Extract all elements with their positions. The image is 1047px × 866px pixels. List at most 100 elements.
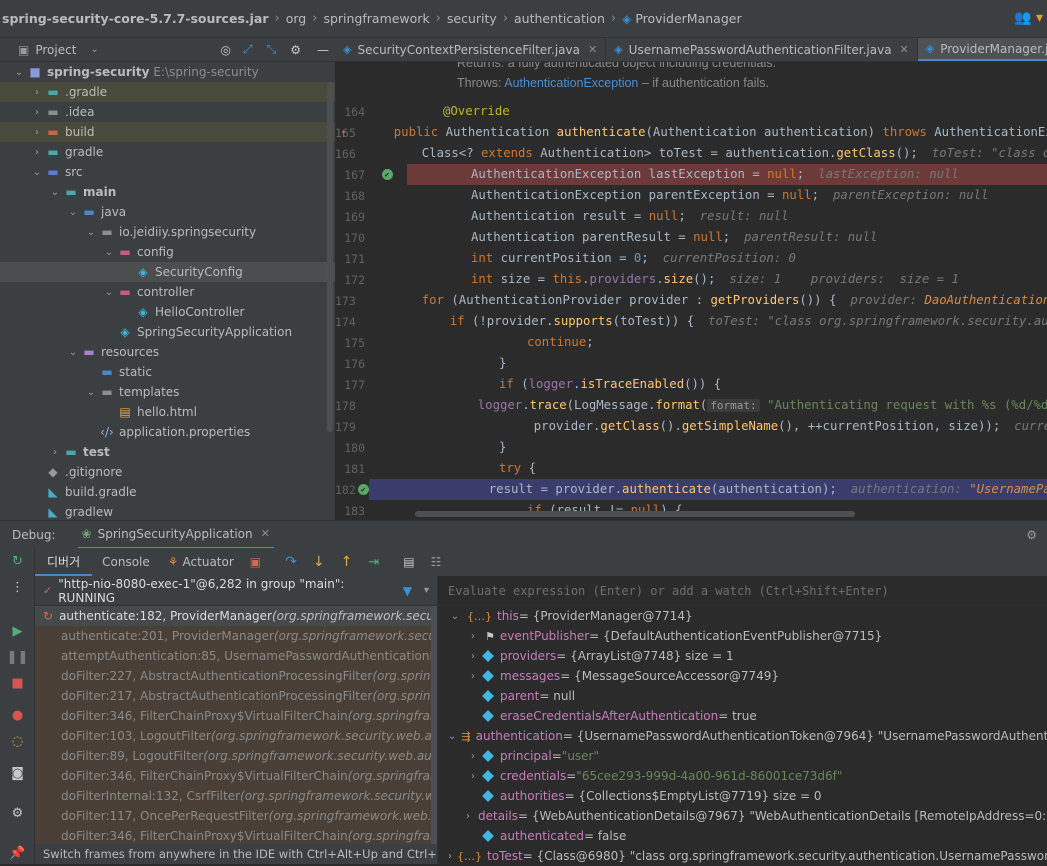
tree-scrollbar[interactable] <box>327 82 333 432</box>
tree-item[interactable]: ⌄ ■ spring-security E:\spring-security <box>0 62 335 82</box>
tree-item[interactable]: › ▬ build <box>0 122 335 142</box>
project-panel-title[interactable]: Project <box>35 43 76 57</box>
tree-item[interactable]: ▤ hello.html <box>0 402 335 422</box>
tree-item[interactable]: ◣ gradlew <box>0 502 335 520</box>
editor-tab[interactable]: ◈ UsernamePasswordAuthenticationFilter.ja… <box>606 38 918 61</box>
variable-row[interactable]: › messages = {MessageSourceAccessor@7749} <box>438 666 1047 686</box>
chevron-right-icon[interactable]: › <box>466 771 480 782</box>
camera-icon[interactable]: ◙ <box>0 760 35 786</box>
chevron-down-icon[interactable]: ⌄ <box>12 67 26 78</box>
stack-frame[interactable]: ↻ authenticate:182, ProviderManager (org.… <box>35 606 437 626</box>
gutter[interactable]: ✔ <box>367 169 407 180</box>
frames-scrollbar[interactable] <box>431 606 437 846</box>
project-view-icon[interactable]: ▣ <box>18 43 29 57</box>
chevron-down-icon[interactable]: ⌄ <box>448 731 456 742</box>
variable-row[interactable]: › details = {WebAuthenticationDetails@796… <box>438 806 1047 826</box>
tree-item[interactable]: › ▬ test <box>0 442 335 462</box>
tree-item[interactable]: ◈ HelloController <box>0 302 335 322</box>
run-to-cursor-icon[interactable]: ⇥ <box>368 555 379 570</box>
breadcrumb-item[interactable]: org <box>286 11 307 26</box>
close-icon[interactable]: ✕ <box>261 527 270 540</box>
more-icon[interactable]: ⋮ <box>0 574 35 600</box>
variable-row[interactable]: ⌄ {…} this = {ProviderManager@7714} <box>438 606 1047 626</box>
implements-icon[interactable]: ⇡ <box>340 126 347 140</box>
tree-item[interactable]: ⌄ ▬ config <box>0 242 335 262</box>
tree-item[interactable]: ⌄ ▬ templates <box>0 382 335 402</box>
mute-breakpoints-icon[interactable]: ◌ <box>0 728 35 754</box>
tree-item[interactable]: ⌄ ▬ src <box>0 162 335 182</box>
doc-throws-link[interactable]: AuthenticationException <box>504 76 638 90</box>
pause-icon[interactable]: ❚❚ <box>0 644 35 670</box>
step-into-icon[interactable]: ↓ <box>313 554 325 570</box>
tree-item[interactable]: ▬ static <box>0 362 335 382</box>
hide-panel-icon[interactable]: — <box>317 43 329 57</box>
pin-icon[interactable]: 📌 <box>0 840 35 866</box>
horizontal-scrollbar[interactable] <box>415 511 855 517</box>
chevron-down-icon[interactable]: ⌄ <box>66 347 80 358</box>
editor-tab[interactable]: ◈ SecurityContextPersistenceFilter.java ✕ <box>335 38 607 61</box>
variable-row[interactable]: › {…} toTest = {Class@6980} "class org.spr… <box>438 846 1047 864</box>
chevron-down-icon[interactable]: ▾ <box>424 585 429 596</box>
stack-frame[interactable]: doFilter:217, AbstractAuthenticationProc… <box>35 686 437 706</box>
chevron-down-icon[interactable]: ⌄ <box>90 44 98 55</box>
close-icon[interactable]: ✕ <box>588 43 597 56</box>
view-breakpoints-icon[interactable]: ● <box>0 702 35 728</box>
breakpoint-check-icon[interactable]: ✔ <box>357 484 369 495</box>
chevron-right-icon[interactable]: › <box>30 147 44 158</box>
chevron-right-icon[interactable]: › <box>466 811 470 822</box>
breadcrumb-item[interactable]: springframework <box>323 11 429 26</box>
tree-item[interactable]: ⌄ ▬ java <box>0 202 335 222</box>
evaluate-input[interactable]: Evaluate expression (Enter) or add a wat… <box>438 576 1047 606</box>
stack-frame[interactable]: doFilter:117, OncePerRequestFilter (org.… <box>35 806 437 826</box>
chevron-down-icon[interactable]: ⌄ <box>84 387 98 398</box>
tree-item[interactable]: ◣ build.gradle <box>0 482 335 502</box>
breadcrumb-item[interactable]: spring-security-core-5.7.7-sources.jar <box>2 11 269 26</box>
tree-item[interactable]: › ▬ .gradle <box>0 82 335 102</box>
settings-gear-icon[interactable]: ⚙ <box>290 43 301 57</box>
tree-item[interactable]: ⌄ ▬ io.jeidiiy.springsecurity <box>0 222 335 242</box>
stack-frame[interactable]: doFilter:346, FilterChainProxy$VirtualFi… <box>35 706 437 726</box>
tree-item[interactable]: ◈ SpringSecurityApplication <box>0 322 335 342</box>
chevron-right-icon[interactable]: › <box>30 107 44 118</box>
select-opened-file-icon[interactable]: ◎ <box>221 43 231 57</box>
variable-row[interactable]: eraseCredentialsAfterAuthentication = tr… <box>438 706 1047 726</box>
chevron-down-icon[interactable]: ⌄ <box>84 227 98 238</box>
tab-console[interactable]: Console <box>92 555 160 569</box>
settings-gear-icon[interactable]: ⚙ <box>0 800 35 826</box>
stack-frame[interactable]: doFilter:346, FilterChainProxy$VirtualFi… <box>35 766 437 786</box>
breadcrumb-item[interactable]: ProviderManager <box>635 11 741 26</box>
resume-icon[interactable]: ▶ <box>0 618 35 644</box>
close-icon[interactable]: ✕ <box>900 43 909 56</box>
debug-session-tab[interactable]: ❀ SpringSecurityApplication ✕ <box>77 521 274 549</box>
chevron-right-icon[interactable]: › <box>30 87 44 98</box>
chevron-right-icon[interactable]: › <box>466 631 480 642</box>
tab-debugger[interactable]: 디버거 <box>35 548 93 576</box>
tab-actuator[interactable]: ⚘ Actuator <box>160 555 242 569</box>
breadcrumb-item[interactable]: authentication <box>514 11 605 26</box>
variable-row[interactable]: › principal = "user" <box>438 746 1047 766</box>
stop-icon[interactable]: ■ <box>0 670 35 696</box>
chevron-right-icon[interactable]: › <box>466 651 480 662</box>
evaluate-expression-icon[interactable]: ▤ <box>403 555 414 569</box>
step-over-icon[interactable]: ↷ <box>285 554 297 570</box>
variable-row[interactable]: authorities = {Collections$EmptyList@771… <box>438 786 1047 806</box>
stack-frame[interactable]: doFilter:346, FilterChainProxy$VirtualFi… <box>35 826 437 846</box>
stack-frame[interactable]: doFilter:89, LogoutFilter (org.springfra… <box>35 746 437 766</box>
stack-frame[interactable]: attemptAuthentication:85, UsernamePasswo… <box>35 646 437 666</box>
chevron-right-icon[interactable]: › <box>48 447 62 458</box>
tree-item[interactable]: › ▬ gradle <box>0 142 335 162</box>
tree-item[interactable]: ⌄ ▬ controller <box>0 282 335 302</box>
breadcrumb-item[interactable]: security <box>447 11 497 26</box>
code-editor[interactable]: Returns: a fully authenticated object in… <box>335 62 1047 520</box>
breakpoint-check-icon[interactable]: ✔ <box>381 169 393 180</box>
chevron-down-icon[interactable]: ⌄ <box>48 187 62 198</box>
chevron-down-icon[interactable]: ⌄ <box>102 247 116 258</box>
editor-tab[interactable]: ◈ProviderManager.java✕ <box>917 38 1047 61</box>
chevron-down-icon[interactable]: ⌄ <box>102 287 116 298</box>
chevron-down-icon[interactable]: ⌄ <box>66 207 80 218</box>
variable-row[interactable]: authenticated = false <box>438 826 1047 846</box>
tree-item[interactable]: › ▬ .idea <box>0 102 335 122</box>
variable-row[interactable]: › providers = {ArrayList@7748} size = 1 <box>438 646 1047 666</box>
variable-row[interactable]: parent = null <box>438 686 1047 706</box>
tree-item[interactable]: ⌄ ▬ resources <box>0 342 335 362</box>
